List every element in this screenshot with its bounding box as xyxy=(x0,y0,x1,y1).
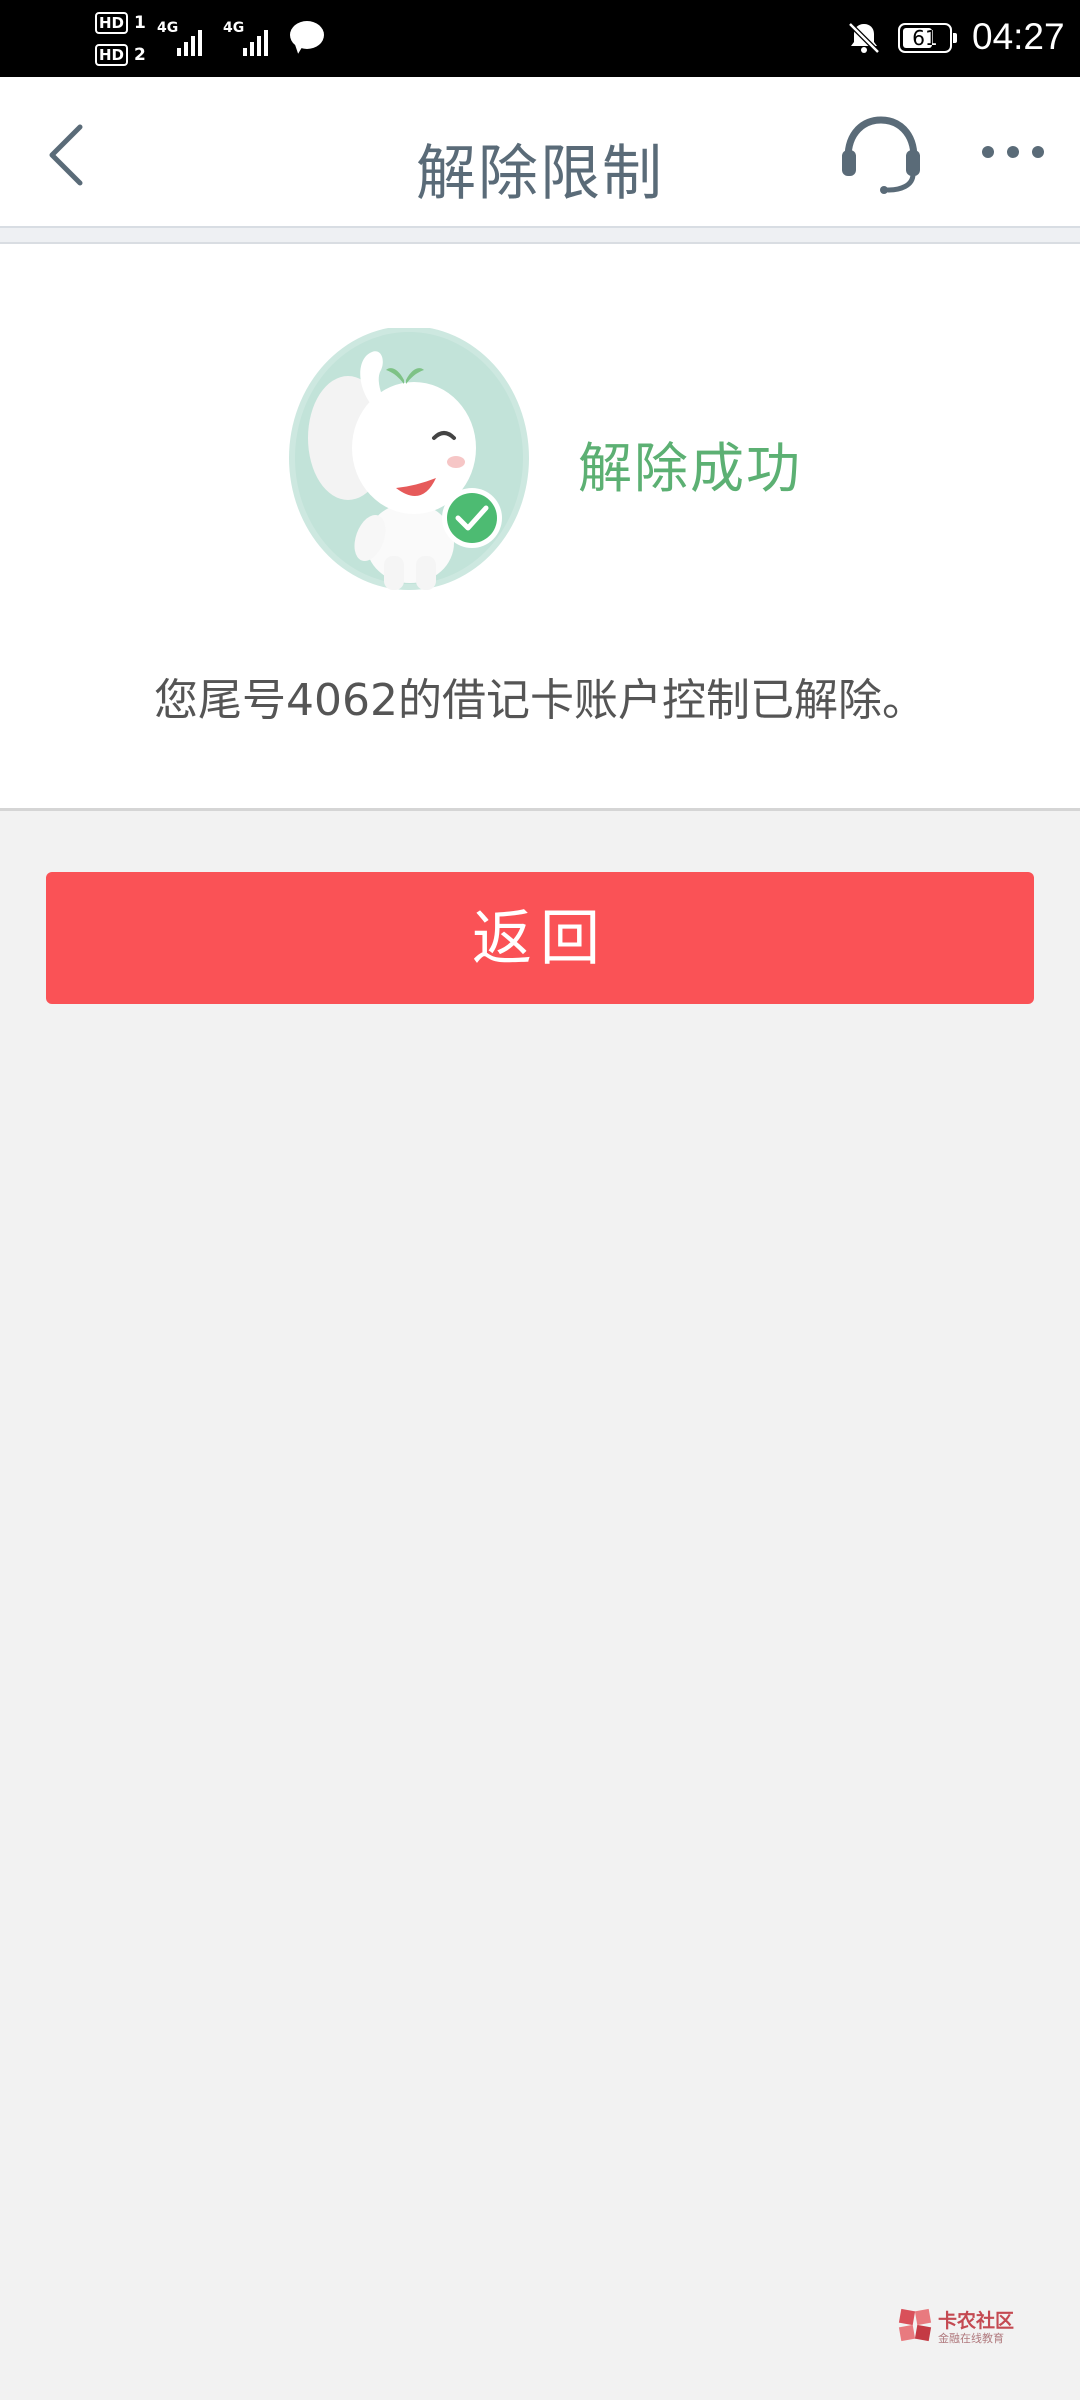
sim1-label: HD xyxy=(95,12,129,34)
bell-off-icon xyxy=(848,22,880,54)
elephant-mascot-icon xyxy=(289,328,529,590)
headset-icon[interactable] xyxy=(838,114,924,194)
more-dots-icon[interactable] xyxy=(978,137,1048,167)
sim2-index: 2 xyxy=(133,45,146,65)
header-divider xyxy=(0,228,1080,244)
watermark-subtitle: 金融在线教育 xyxy=(938,2332,1004,2345)
sim-indicators: HD 1 HD 2 xyxy=(95,8,147,70)
result-card: 解除成功 您尾号4062的借记卡账户控制已解除。 xyxy=(0,244,1080,811)
status-time: 04:27 xyxy=(972,16,1065,57)
battery-icon: 61 xyxy=(898,23,957,53)
watermark-title: 卡农社区 xyxy=(938,2310,1015,2332)
battery-level: 61 xyxy=(912,26,938,50)
result-message: 您尾号4062的借记卡账户控制已解除。 xyxy=(154,675,926,726)
chat-bubble-icon xyxy=(290,21,324,49)
sim1-indicator: HD 1 xyxy=(95,10,147,36)
sim2-label: HD xyxy=(95,44,129,66)
status-bar: HD 1 HD 2 4G 4G 61 04:27 xyxy=(0,0,1080,77)
sim1-index: 1 xyxy=(133,13,146,33)
watermark-logo: 卡农社区 金融在线教育 xyxy=(898,2306,1028,2346)
sim2-indicator: HD 2 xyxy=(95,42,147,68)
app-header: 解除限制 xyxy=(0,77,1080,228)
watermark-icon xyxy=(898,2308,932,2342)
success-status: 解除成功 xyxy=(578,437,802,500)
return-button[interactable]: 返回 xyxy=(46,872,1034,1004)
